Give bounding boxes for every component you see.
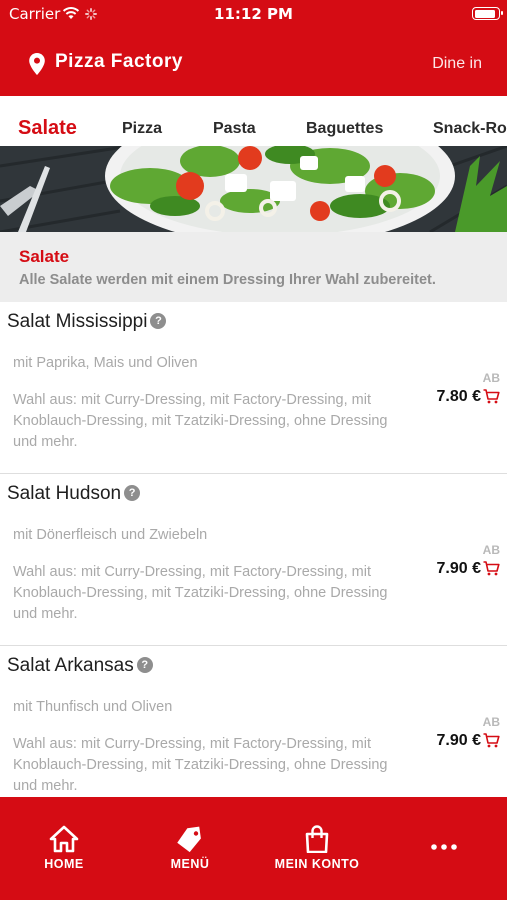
nav-menu[interactable]: MENÜ [160,825,220,871]
status-bar: Carrier 11:12 PM [0,0,507,28]
price-prefix: AB [482,715,500,729]
status-time: 11:12 PM [214,5,293,23]
order-mode-button[interactable]: Dine in [432,55,482,73]
tab-snack-rolls[interactable]: Snack-Ro [433,120,507,138]
tab-baguettes[interactable]: Baguettes [306,120,383,138]
list-item[interactable]: Salat Arkansas? mit Thunfisch und Oliven… [0,646,507,818]
price-prefix: AB [482,371,500,385]
item-options: Wahl aus: mit Curry-Dressing, mit Factor… [13,392,388,450]
add-to-cart-icon[interactable] [483,389,500,404]
tab-pasta[interactable]: Pasta [213,120,256,138]
nav-more[interactable] [420,825,468,865]
item-subtitle: mit Thunfisch und Oliven [13,699,173,715]
app-header: Carrier 11:12 PM Pizza Factory Dine in [0,0,507,96]
category-header: Salate Alle Salate werden mit einem Dres… [0,232,507,302]
tab-salate[interactable]: Salate [18,117,77,140]
item-title: Salat Mississippi? [7,311,167,333]
location-pin-icon[interactable] [28,52,46,76]
bottom-nav: HOME MENÜ MEIN KONTO [0,797,507,900]
item-title: Salat Arkansas? [7,655,153,677]
price-prefix: AB [482,543,500,557]
item-title: Salat Hudson? [7,483,141,505]
category-description: Alle Salate werden mit einem Dressing Ih… [19,272,436,288]
item-price: 7.80 € [436,388,481,405]
nav-home[interactable]: HOME [40,825,88,871]
info-icon[interactable]: ? [124,485,141,501]
more-dots-icon [431,844,457,850]
item-name: Salat Hudson [7,483,122,504]
item-options: Wahl aus: mit Curry-Dressing, mit Factor… [13,564,388,622]
restaurant-title[interactable]: Pizza Factory [55,51,183,73]
home-icon [49,825,79,853]
list-item[interactable]: Salat Mississippi? mit Paprika, Mais und… [0,302,507,474]
item-options: Wahl aus: mit Curry-Dressing, mit Factor… [13,736,388,794]
nav-account-label: MEIN KONTO [274,857,360,871]
info-icon[interactable]: ? [136,657,153,673]
item-name: Salat Mississippi [7,311,148,332]
item-subtitle: mit Dönerfleisch und Zwiebeln [13,527,208,543]
shopping-bag-icon [305,825,329,853]
category-title: Salate [19,247,70,266]
item-price: 7.90 € [436,732,481,749]
nav-home-label: HOME [44,857,84,871]
add-to-cart-icon[interactable] [483,733,500,748]
salad-illustration [0,146,507,232]
tab-pizza[interactable]: Pizza [122,120,162,138]
info-icon[interactable]: ? [150,313,167,329]
nav-account[interactable]: MEIN KONTO [266,825,368,871]
nav-menu-label: MENÜ [170,857,210,871]
add-to-cart-icon[interactable] [483,561,500,576]
item-price: 7.90 € [436,560,481,577]
list-item[interactable]: Salat Hudson? mit Dönerfleisch und Zwieb… [0,474,507,646]
category-tabs: Salate Pizza Pasta Baguettes Snack-Ro [0,96,507,146]
item-subtitle: mit Paprika, Mais und Oliven [13,355,198,371]
category-banner-image [0,146,507,232]
item-name: Salat Arkansas [7,655,134,676]
battery-icon [472,7,503,20]
tag-icon [177,826,201,853]
